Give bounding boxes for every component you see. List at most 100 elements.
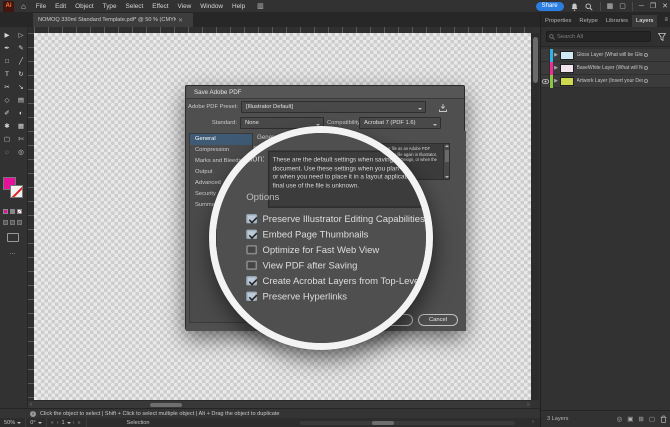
search-input[interactable] (557, 34, 642, 40)
menu-view[interactable]: View (178, 3, 192, 10)
rotation-select[interactable]: 0° (26, 418, 46, 427)
screen-mode-icon[interactable] (7, 233, 19, 242)
tab-properties[interactable]: Properties (541, 15, 575, 27)
section-summary[interactable]: Summary (209, 239, 215, 256)
last-artboard-icon[interactable]: » (77, 420, 81, 426)
checkbox-preserve-editing[interactable] (246, 214, 256, 224)
menu-effect[interactable]: Effect (152, 3, 168, 10)
tab-close-icon[interactable]: ✕ (178, 17, 183, 24)
menu-object[interactable]: Object (75, 3, 93, 10)
draw-behind-icon[interactable] (10, 220, 15, 225)
restore-icon[interactable]: ❐ (650, 0, 656, 13)
tab-retype[interactable]: Retype (575, 15, 601, 27)
share-button[interactable]: Share (536, 2, 564, 11)
close-icon[interactable]: ✕ (662, 0, 668, 13)
rotate-tool[interactable]: ↻ (15, 69, 27, 81)
layers-search-field[interactable] (546, 31, 651, 42)
gradient-swatch-icon[interactable] (10, 209, 15, 214)
make-clipping-mask-icon[interactable]: ▣ (627, 415, 633, 423)
arrange-windows-icon[interactable]: ▢ (619, 0, 626, 13)
layer-thumbnail[interactable] (560, 51, 574, 60)
artboard-number[interactable]: 1 (61, 420, 64, 426)
draw-normal-icon[interactable] (3, 220, 8, 225)
direct-selection-tool[interactable]: ▷ (15, 30, 27, 42)
layer-row-gloss[interactable]: ▶ Gloss Layer (What will be Glossy) (541, 49, 670, 62)
checkbox-preserve-hyperlinks[interactable] (246, 291, 256, 301)
artboard-tool[interactable]: ▢ (1, 134, 13, 146)
vertical-scrollbar[interactable] (531, 33, 539, 400)
document-tab[interactable]: NOMOQ 330ml Standard Template.pdf* @ 50 … (33, 13, 193, 27)
layer-target-icon[interactable] (644, 79, 649, 84)
checkbox-embed-thumbnails[interactable] (246, 229, 256, 239)
menu-type[interactable]: Type (103, 3, 117, 10)
layer-row-basewhite[interactable]: ▶ BaseWhite Layer (What will NOT be ... (541, 62, 670, 75)
checkbox-view-after-save[interactable] (246, 260, 256, 270)
selection-tool[interactable]: ▶ (1, 30, 13, 42)
layer-name[interactable]: BaseWhite Layer (What will NOT be ... (577, 65, 643, 71)
draw-inside-icon[interactable] (17, 220, 22, 225)
bell-icon[interactable] (570, 2, 579, 11)
menu-edit[interactable]: Edit (55, 3, 66, 10)
scrollbar-thumb[interactable] (445, 150, 449, 162)
tab-layers[interactable]: Layers (632, 15, 657, 27)
graph-tool[interactable]: ▦ (15, 121, 27, 133)
delete-layer-icon[interactable] (660, 415, 667, 423)
panel-menu-icon[interactable]: ≡ (664, 17, 668, 23)
compatibility-select[interactable]: Acrobat 7 (PDF 1.6) (359, 117, 441, 129)
minimize-icon[interactable]: ─ (639, 0, 644, 13)
checkbox-acrobat-layers[interactable] (246, 276, 256, 286)
layer-thumbnail[interactable] (560, 77, 574, 86)
layer-row-artwork[interactable]: ▶ Artwork Layer (Insert your Design he..… (541, 75, 670, 88)
scroll-up-icon[interactable] (445, 145, 449, 147)
dialog-title[interactable]: Save Adobe PDF (186, 86, 464, 99)
workspace-switcher-icon[interactable]: ▦ (607, 0, 614, 13)
gradient-tool[interactable]: ▤ (15, 95, 27, 107)
layer-target-icon[interactable] (644, 53, 649, 58)
option-view-after-save[interactable]: View PDF after Saving (246, 259, 357, 271)
option-preserve-editing[interactable]: Preserve Illustrator Editing Capabilitie… (246, 213, 424, 225)
visibility-toggle[interactable] (541, 62, 550, 75)
menu-file[interactable]: File (36, 3, 46, 10)
chevron-right-icon[interactable]: ▶ (553, 78, 560, 84)
horizontal-scrollbar-thumb[interactable] (150, 403, 182, 407)
arrange-documents-icon[interactable]: ▥ (257, 2, 264, 10)
line-segment-tool[interactable]: ╱ (15, 56, 27, 68)
symbol-sprayer-tool[interactable]: ✱ (1, 121, 13, 133)
previous-artboard-icon[interactable]: ‹ (57, 420, 60, 426)
option-embed-thumbnails[interactable]: Embed Page Thumbnails (246, 228, 368, 240)
hand-tool[interactable]: ◌ (1, 147, 13, 159)
layer-thumbnail[interactable] (560, 64, 574, 73)
search-icon[interactable] (585, 2, 594, 11)
visibility-toggle[interactable] (541, 49, 550, 62)
zoom-level-select[interactable]: 50% (0, 418, 26, 427)
visibility-toggle[interactable] (541, 75, 550, 88)
edit-toolbar-icon[interactable]: … (9, 249, 16, 256)
status-scrollbar[interactable] (300, 421, 515, 425)
option-preserve-hyperlinks[interactable]: Preserve Hyperlinks (246, 290, 347, 302)
option-optimize-web[interactable]: Optimize for Fast Web View (246, 244, 379, 256)
save-preset-icon[interactable] (438, 103, 448, 113)
filter-icon[interactable] (658, 33, 666, 41)
none-swatch-icon[interactable] (17, 209, 22, 214)
description-scrollbar[interactable] (443, 144, 449, 179)
scroll-down-icon[interactable] (445, 176, 449, 178)
curvature-tool[interactable]: ✎ (15, 43, 27, 55)
blend-tool[interactable]: ◐ (15, 108, 27, 120)
chevron-right-icon[interactable]: ▶ (553, 52, 560, 58)
menu-help[interactable]: Help (232, 3, 245, 10)
checkbox-optimize-web[interactable] (246, 245, 256, 255)
layer-target-icon[interactable] (644, 66, 649, 71)
menu-select[interactable]: Select (126, 3, 144, 10)
scroll-right-icon[interactable]: › (532, 419, 534, 425)
vertical-scrollbar-thumb[interactable] (533, 37, 538, 83)
zoom-tool[interactable]: ◎ (15, 147, 27, 159)
status-scrollbar-thumb[interactable] (372, 421, 394, 425)
next-artboard-icon[interactable]: › (73, 420, 76, 426)
scale-tool[interactable]: ↘ (15, 82, 27, 94)
slice-tool[interactable]: ✄ (15, 134, 27, 146)
stroke-color-swatch[interactable] (10, 185, 23, 198)
chevron-right-icon[interactable]: ▶ (553, 65, 560, 71)
scissors-tool[interactable]: ✂ (1, 82, 13, 94)
eyedropper-tool[interactable]: ✐ (1, 108, 13, 120)
new-layer-icon[interactable]: ▢ (649, 415, 655, 423)
